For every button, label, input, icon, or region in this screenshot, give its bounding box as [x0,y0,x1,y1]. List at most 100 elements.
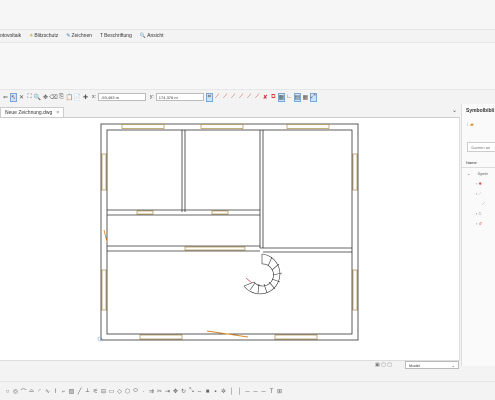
snap-grid-icon[interactable]: ▦ [277,92,285,102]
text-tool-icon[interactable]: T [268,388,275,396]
move-icon[interactable]: ✥ [172,388,179,396]
grid-snap-icon[interactable]: ✚ [82,93,89,102]
snap-intersection-icon[interactable]: ⟋ [238,93,245,102]
trim-icon[interactable]: ✂ [156,388,163,396]
menu-photovoltaik[interactable]: otovoltaik [0,31,21,41]
dash-icon[interactable]: ─ [244,388,251,396]
snap-tangent-icon[interactable]: ⟋ [254,93,261,102]
zoom-extents-icon[interactable]: ⛶ [26,93,33,102]
block-icon[interactable]: ■ [204,388,211,396]
snap-endpoint-icon[interactable]: ⟋ [214,93,221,102]
pan-icon[interactable]: ✥ [42,93,49,102]
menu-blitzschutz[interactable]: ✳ Blitzschutz [29,31,58,41]
symbol-search-input[interactable] [467,142,495,152]
explode-icon[interactable]: ✲ [220,388,227,396]
arc-tool-icon[interactable]: ⌒ [20,388,27,396]
line-icon[interactable]: ╱ [76,388,83,396]
snap-toggle-icon[interactable]: ⌗ [205,92,213,102]
x-coordinate-label: x: [92,94,96,100]
dim-icon[interactable]: ⟂ [84,388,91,396]
menu-zeichnen[interactable]: ✎ Zeichnen [66,31,92,41]
properties-icon[interactable]: ▦ [302,93,309,102]
ellipse-icon[interactable]: ⬭ [132,388,139,396]
frame-icon[interactable]: ⊞ [276,388,283,396]
rectangle-icon[interactable]: ▭ [108,388,115,396]
layout-icon[interactable]: ▣ [375,362,380,368]
window [139,334,183,340]
extend-icon[interactable]: ⇥ [164,388,171,396]
y-coordinate-input[interactable] [155,93,204,101]
folder-icon[interactable]: ▰ [470,122,474,128]
tree-item[interactable]: ⟋ [482,201,485,206]
circle-tool-icon[interactable]: ○ [4,388,11,396]
hatch-icon[interactable]: ▨ [68,388,75,396]
rotate-icon[interactable]: ↻ [180,388,187,396]
rect-rotated-icon[interactable]: ◇ [116,388,123,396]
grid-view-icon[interactable]: ⁝ [467,122,469,128]
drawing-toolbar: ⇐ ↖ ✕ ⛶ 🔍 ✥ ⌫ ⎘ 📋 📄 ✚ x: y: ⌗ ⟋ ⟋ ⟋ ⟋ ⟋ … [0,90,495,104]
command-line[interactable] [0,369,495,382]
window [121,124,165,129]
ortho-icon[interactable]: ∟ [286,93,293,102]
circle-3p-icon[interactable]: ◎ [12,388,19,396]
menu-label: otovoltaik [0,33,22,39]
clipboard-icon[interactable]: 📋 [66,93,73,102]
measure-icon[interactable]: ⚟ [92,388,99,396]
draw-tools-toolbar: ○ ◎ ⌒ ⌓ ◜ ∿ ⌇ ⌐ ▨ ╱ ⟂ ⚟ ⊟ ▭ ◇ ⬡ ⬭ · ⇉ ✂ … [0,383,495,400]
polygon-icon[interactable]: ⬡ [124,388,131,396]
dash-icon[interactable]: ─ [252,388,259,396]
menu-beschriftung[interactable]: T Beschriftung [100,31,132,41]
snap-nearest-icon[interactable]: ✘ [262,93,269,102]
select-cursor-icon[interactable]: ↖ [10,92,17,102]
layer-icon[interactable]: ▤ [293,92,301,102]
tree-root-item[interactable]: ⌄ Symb [467,171,488,176]
snap-center-icon[interactable]: ⟋ [230,93,237,102]
tree-item[interactable]: › ⎍ [476,211,481,216]
curve-icon[interactable]: ⌇ [52,388,59,396]
drawing-canvas[interactable] [0,117,460,360]
offset-icon[interactable]: ⇉ [148,388,155,396]
divider-icon[interactable]: │ [236,388,243,396]
tree-item[interactable]: › ✱ [476,181,482,186]
tab-neue-zeichnung[interactable]: Neue Zeichnung.dwg × [0,107,65,117]
point-icon[interactable]: · [140,388,147,396]
ruler-icon[interactable]: ⊟ [100,388,107,396]
arc-3-icon[interactable]: ◜ [36,388,43,396]
menu-label: Blitzschutz [34,33,59,39]
symbol-icon: ⎍ [478,211,482,216]
menu-ansicht[interactable]: 🔍 Ansicht [140,31,164,41]
layout-icons: ▣ ▢ ▢ [375,362,392,368]
mirror-icon[interactable]: ⇔ [196,388,203,396]
tree-item[interactable]: › ↺ [476,221,482,226]
fullscreen-icon[interactable]: ⤢ [309,92,317,102]
ribbon-panel [0,42,495,90]
tree-item[interactable]: › ⟋ [476,191,481,196]
window [101,153,107,191]
chevron-down-icon[interactable]: ⌄ [452,107,457,114]
crosshair-icon[interactable]: ✕ [18,93,25,102]
copy-icon[interactable]: ⎘ [58,93,65,102]
dash-icon[interactable]: ─ [260,388,267,396]
layout-icon[interactable]: ▢ [387,362,392,368]
column-header-name: Name [466,160,477,165]
window [274,334,318,340]
layout-icon[interactable]: ▢ [381,362,386,368]
eraser-icon[interactable]: ⌫ [49,93,57,102]
snap-magnet-icon[interactable]: ⧉ [270,93,277,102]
insert-icon[interactable]: ▪ [212,388,219,396]
scale-icon[interactable]: ⤡ [188,388,195,396]
snap-midpoint-icon[interactable]: ⟋ [222,93,229,102]
zoom-dropdown-icon[interactable]: 🔍 [34,93,41,102]
x-coordinate-input[interactable] [97,93,146,101]
close-icon[interactable]: × [56,110,59,116]
snap-perpendicular-icon[interactable]: ⟋ [246,93,253,102]
spline-icon[interactable]: ∿ [44,388,51,396]
arrow-left-icon[interactable]: ⇐ [2,93,9,102]
model-select[interactable]: Model ⌄ [405,361,459,369]
arc-2-icon[interactable]: ⌓ [28,388,35,396]
y-coordinate: y: [150,93,204,101]
divider-icon[interactable]: │ [228,388,235,396]
polyline-icon[interactable]: ⌐ [60,388,67,396]
outer-wall-inner [106,129,353,335]
paste-icon[interactable]: 📄 [74,93,81,102]
